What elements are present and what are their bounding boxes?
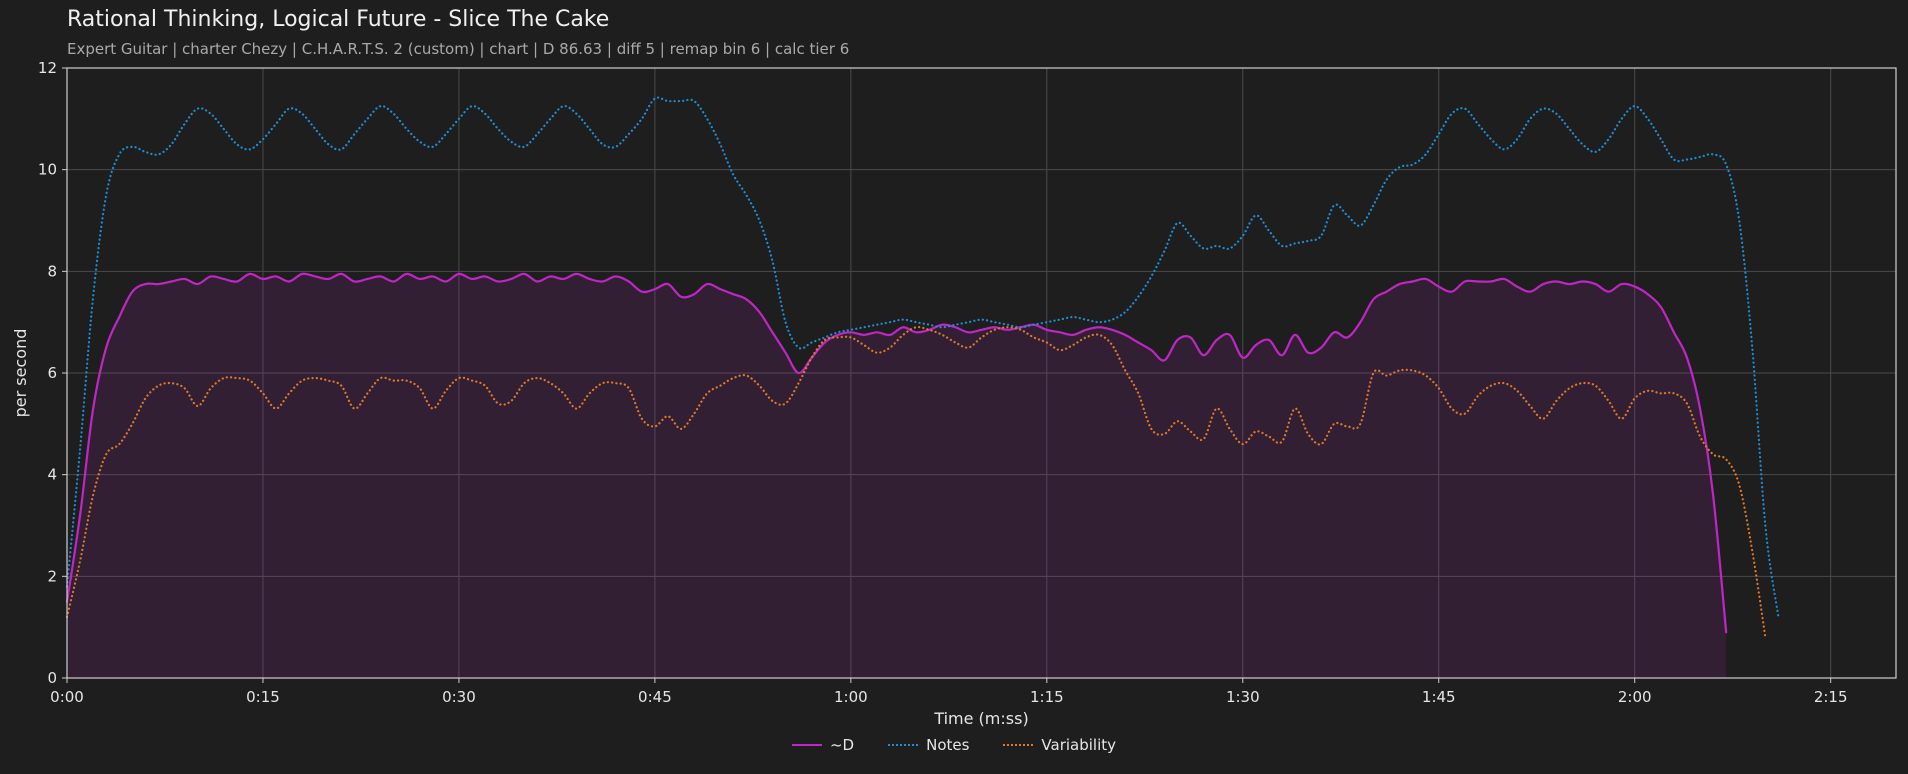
x-tick-label: 1:45 [1422,688,1456,706]
x-tick-label: 2:15 [1814,688,1848,706]
legend-label-d: ~D [829,736,855,754]
x-tick-label: 0:00 [50,688,84,706]
legend-swatch-variability [1003,744,1034,746]
x-axis-ticks: 0:00 0:15 0:30 0:45 1:00 1:15 1:30 1:45 2:00 2:15 [50,678,1848,706]
y-axis-ticks: 0 2 4 6 8 10 12 [38,59,67,687]
x-tick-label: 0:30 [442,688,476,706]
x-tick-label: 1:15 [1030,688,1064,706]
legend-item-variability: Variability [1003,736,1116,754]
y-tick-label: 2 [47,567,57,585]
legend-label-notes: Notes [926,736,970,754]
y-tick-label: 10 [38,161,57,179]
chart-legend: ~D Notes Variability [0,736,1908,754]
legend-label-variability: Variability [1041,736,1117,754]
y-tick-label: 6 [47,364,57,382]
x-tick-label: 1:30 [1226,688,1260,706]
x-tick-label: 0:15 [246,688,280,706]
series-fill-layer [67,273,1727,678]
x-tick-label: 1:00 [834,688,868,706]
legend-item-notes: Notes [888,736,969,754]
series-area-d [67,273,1727,678]
x-tick-label: 0:45 [638,688,672,706]
y-tick-label: 12 [38,59,57,77]
chart-svg: 0:00 0:15 0:30 0:45 1:00 1:15 1:30 1:45 2:00 2:15… [11,59,1897,728]
y-tick-label: 0 [47,669,57,687]
legend-swatch-notes [888,744,919,746]
x-tick-label: 2:00 [1618,688,1652,706]
legend-swatch-d [791,744,822,746]
y-tick-label: 4 [47,466,57,484]
y-tick-label: 8 [47,262,57,280]
legend-item-d: ~D [791,736,855,754]
x-axis-label: Time (m:ss) [933,709,1028,728]
y-axis-label: per second [11,329,30,418]
